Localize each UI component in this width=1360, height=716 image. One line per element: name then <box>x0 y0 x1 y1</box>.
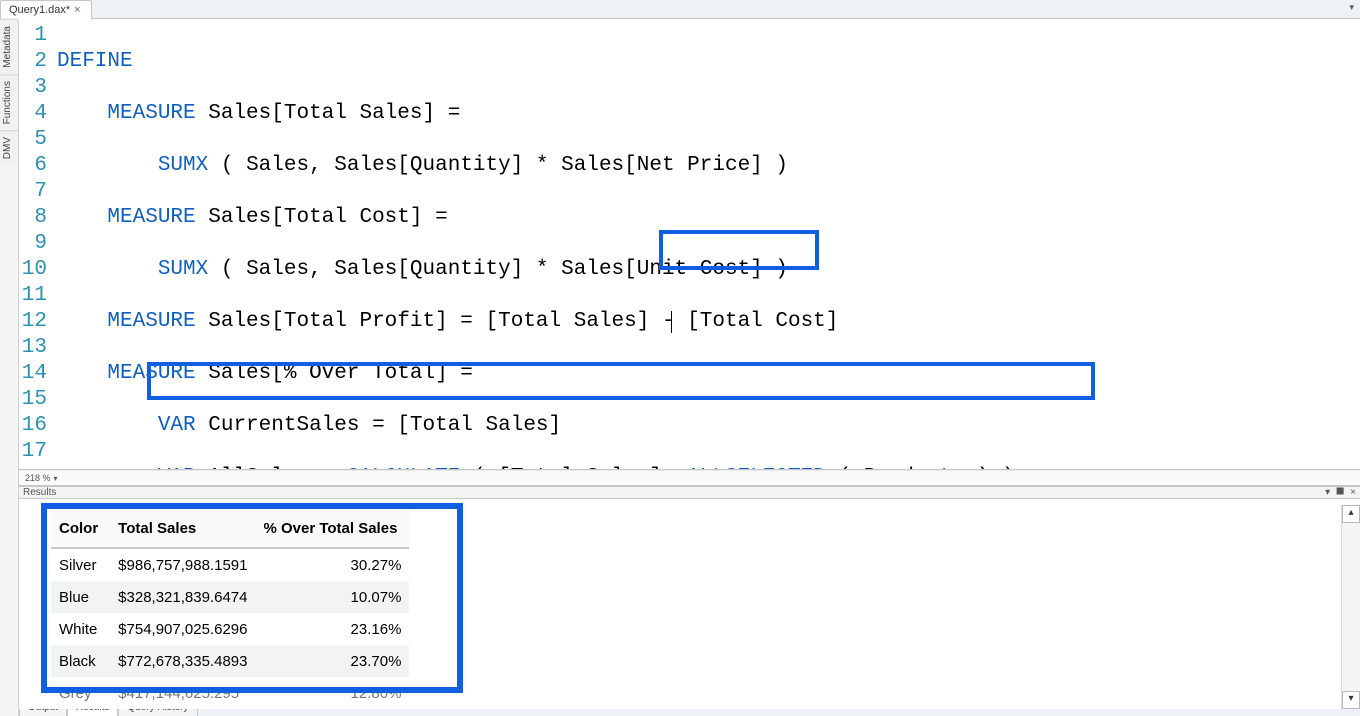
col-total-sales[interactable]: Total Sales <box>110 511 255 548</box>
line-number: 16 <box>19 413 47 439</box>
results-header: Results ▾ ⯀ × <box>19 487 1360 499</box>
side-panels: Metadata Functions DMV <box>0 19 19 716</box>
vertical-scrollbar[interactable]: ▴ ▾ <box>1341 505 1360 709</box>
line-number: 1 <box>19 23 47 49</box>
cell-color: Silver <box>51 548 110 581</box>
line-number: 6 <box>19 153 47 179</box>
table-row[interactable]: Grey $417,144,625.295 12.80% <box>51 677 409 709</box>
line-number: 5 <box>19 127 47 153</box>
line-number: 10 <box>19 257 47 283</box>
side-tab-functions[interactable]: Functions <box>0 74 18 130</box>
main-row: Metadata Functions DMV 1 2 3 4 5 6 7 8 9… <box>0 19 1360 716</box>
app-root: Query1.dax* × ▾ Metadata Functions DMV 1… <box>0 0 1360 716</box>
cell-sales: $754,907,025.6296 <box>110 613 255 645</box>
cell-color: Grey <box>51 677 110 709</box>
file-tab-name: Query1.dax* <box>9 4 70 16</box>
editor-wrap: 1 2 3 4 5 6 7 8 9 10 11 12 13 14 15 16 1 <box>19 19 1360 716</box>
line-number: 11 <box>19 283 47 309</box>
line-number: 17 <box>19 439 47 465</box>
line-number: 14 <box>19 361 47 387</box>
cell-color: Black <box>51 645 110 677</box>
col-color[interactable]: Color <box>51 511 110 548</box>
text-caret <box>671 311 673 333</box>
results-title: Results <box>23 487 56 498</box>
cell-color: Blue <box>51 581 110 613</box>
close-icon[interactable]: × <box>74 4 80 16</box>
line-number: 12 <box>19 309 47 335</box>
side-tab-metadata[interactable]: Metadata <box>0 19 18 74</box>
zoom-bar[interactable]: 218 % ▾ <box>19 470 1360 486</box>
cell-sales: $772,678,335.4893 <box>110 645 255 677</box>
cell-sales: $417,144,625.295 <box>110 677 255 709</box>
panel-pin-icon[interactable]: ⯀ <box>1336 487 1344 498</box>
cell-pct: 10.07% <box>255 581 409 613</box>
results-panel: Results ▾ ⯀ × Color Total Sales <box>19 486 1360 699</box>
zoom-level: 218 % <box>25 473 51 483</box>
code-body[interactable]: DEFINE MEASURE Sales[Total Sales] = SUMX… <box>53 19 1360 469</box>
code-editor[interactable]: 1 2 3 4 5 6 7 8 9 10 11 12 13 14 15 16 1 <box>19 19 1360 470</box>
line-number: 4 <box>19 101 47 127</box>
line-number: 8 <box>19 205 47 231</box>
table-row[interactable]: Blue $328,321,839.6474 10.07% <box>51 581 409 613</box>
cell-pct: 23.70% <box>255 645 409 677</box>
side-tab-dmv[interactable]: DMV <box>0 130 18 165</box>
panel-menu-icon[interactable]: ▾ <box>1325 487 1330 498</box>
scroll-up-icon[interactable]: ▴ <box>1342 505 1360 523</box>
tab-dropdown-icon[interactable]: ▾ <box>1349 2 1354 13</box>
file-tab[interactable]: Query1.dax* × <box>0 0 92 20</box>
results-grid[interactable]: Color Total Sales % Over Total Sales Sil… <box>51 511 409 709</box>
cell-sales: $986,757,988.1591 <box>110 548 255 581</box>
cell-color: White <box>51 613 110 645</box>
table-row[interactable]: White $754,907,025.6296 23.16% <box>51 613 409 645</box>
line-number: 15 <box>19 387 47 413</box>
line-number: 9 <box>19 231 47 257</box>
line-number: 2 <box>19 49 47 75</box>
cell-pct: 23.16% <box>255 613 409 645</box>
scroll-down-icon[interactable]: ▾ <box>1342 691 1360 709</box>
table-header-row: Color Total Sales % Over Total Sales <box>51 511 409 548</box>
col-pct-over-total[interactable]: % Over Total Sales <box>255 511 409 548</box>
cell-pct: 30.27% <box>255 548 409 581</box>
line-gutter: 1 2 3 4 5 6 7 8 9 10 11 12 13 14 15 16 1 <box>19 19 53 469</box>
table-row[interactable]: Silver $986,757,988.1591 30.27% <box>51 548 409 581</box>
panel-close-icon[interactable]: × <box>1350 487 1356 498</box>
table-row[interactable]: Black $772,678,335.4893 23.70% <box>51 645 409 677</box>
cell-pct: 12.80% <box>255 677 409 709</box>
line-number: 7 <box>19 179 47 205</box>
line-number: 3 <box>19 75 47 101</box>
line-number: 13 <box>19 335 47 361</box>
tab-strip: Query1.dax* × ▾ <box>0 0 1360 19</box>
results-grid-wrap: Color Total Sales % Over Total Sales Sil… <box>19 499 1360 709</box>
chevron-down-icon[interactable]: ▾ <box>54 474 58 483</box>
cell-sales: $328,321,839.6474 <box>110 581 255 613</box>
